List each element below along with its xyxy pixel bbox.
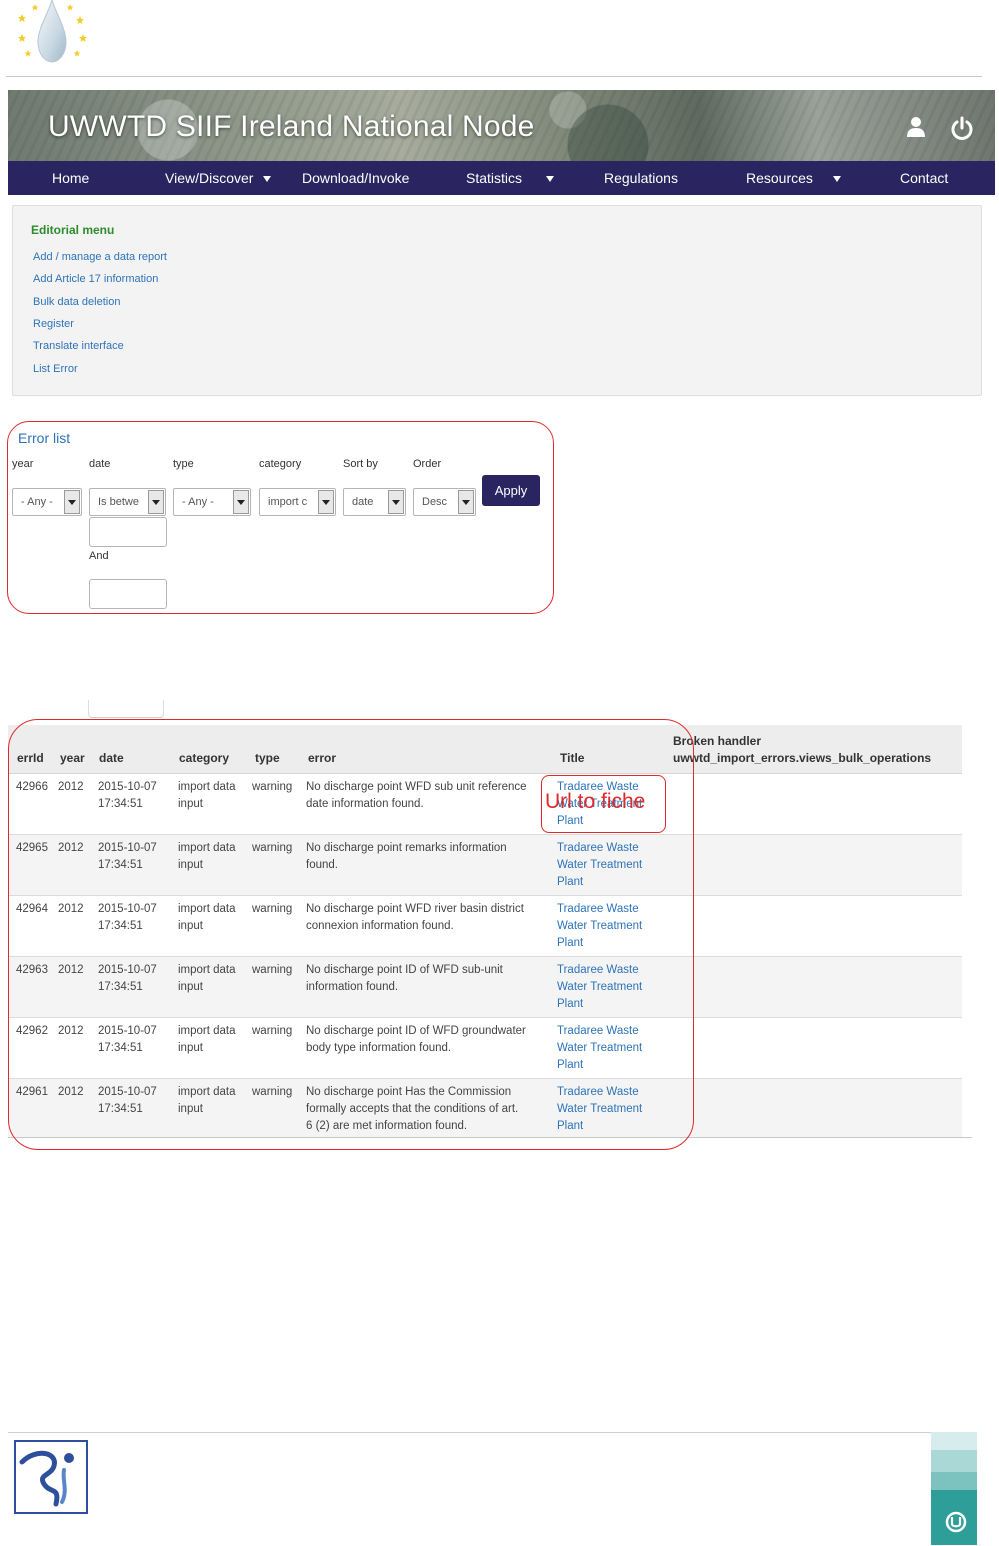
caret-down-icon bbox=[263, 176, 272, 183]
nav-home[interactable]: Home bbox=[52, 161, 89, 195]
link-list-error[interactable]: List Error bbox=[33, 363, 78, 375]
nav-statistics-label: Statistics bbox=[466, 170, 523, 186]
link-translate-interface[interactable]: Translate interface bbox=[33, 340, 124, 352]
editorial-menu-title: Editorial menu bbox=[31, 223, 115, 237]
link-add-article-17[interactable]: Add Article 17 information bbox=[33, 273, 158, 285]
nav-view-discover[interactable]: View/Discover bbox=[165, 161, 272, 195]
link-bulk-data-deletion[interactable]: Bulk data deletion bbox=[33, 296, 120, 308]
main-navigation: Home View/Discover Download/Invoke Stati… bbox=[8, 161, 995, 195]
site-banner: UWWTD SIIF Ireland National Node bbox=[8, 90, 995, 162]
site-title: UWWTD SIIF Ireland National Node bbox=[48, 110, 535, 143]
organisation-logo bbox=[14, 1440, 88, 1514]
link-add-manage-data-report[interactable]: Add / manage a data report bbox=[33, 251, 167, 263]
nav-resources-label: Resources bbox=[746, 170, 813, 186]
nav-download-invoke-label: Download/Invoke bbox=[302, 170, 410, 186]
power-icon[interactable] bbox=[950, 116, 974, 140]
nav-home-label: Home bbox=[52, 170, 90, 186]
column-broken-handler-name: uwwtd_import_errors.views_bulk_operation… bbox=[673, 751, 932, 765]
nav-regulations[interactable]: Regulations bbox=[604, 161, 678, 195]
nav-statistics[interactable]: Statistics bbox=[466, 161, 555, 195]
filter-highlight-outline bbox=[7, 421, 554, 614]
caret-down-icon bbox=[546, 176, 555, 183]
header-divider bbox=[6, 76, 982, 77]
nav-resources[interactable]: Resources bbox=[746, 161, 841, 195]
nav-contact-label: Contact bbox=[900, 170, 949, 186]
user-icon[interactable] bbox=[906, 116, 926, 138]
nav-download-invoke[interactable]: Download/Invoke bbox=[302, 161, 409, 195]
footer-divider bbox=[8, 1432, 976, 1433]
nav-contact[interactable]: Contact bbox=[900, 161, 948, 195]
water-drop-eu-stars-logo bbox=[14, 0, 90, 64]
form-field-stub bbox=[88, 700, 164, 718]
link-register[interactable]: Register bbox=[33, 318, 74, 330]
editorial-menu: Editorial menu Add / manage a data repor… bbox=[12, 205, 982, 396]
url-to-fiche-annotation: Url to fiche bbox=[545, 790, 646, 813]
nav-view-discover-label: View/Discover bbox=[165, 170, 254, 186]
nav-regulations-label: Regulations bbox=[604, 170, 678, 186]
u-logo bbox=[931, 1432, 977, 1545]
caret-down-icon bbox=[832, 176, 841, 183]
